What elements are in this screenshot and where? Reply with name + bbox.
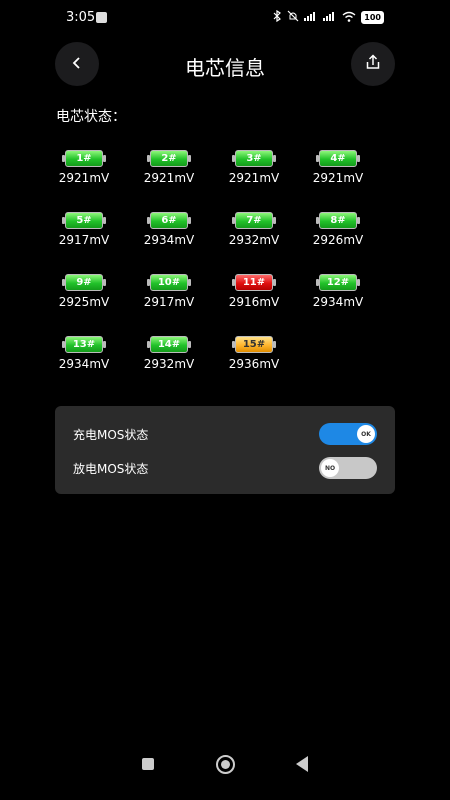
battery-cell-icon: 10#	[147, 274, 191, 291]
discharge-mos-label: 放电MOS状态	[73, 461, 149, 476]
cell-voltage: 2921mV	[58, 171, 110, 185]
charge-mos-label: 充电MOS状态	[73, 427, 149, 442]
battery-cell-icon: 4#	[316, 150, 360, 167]
battery-cell-icon: 6#	[147, 212, 191, 229]
cell-item: 13# 2934mV	[49, 336, 119, 371]
charge-mos-row: 充电MOS状态 OK	[73, 421, 377, 447]
toggle-knob: NO	[321, 459, 339, 477]
cell-item: 9# 2925mV	[49, 274, 119, 309]
cell-voltage: 2917mV	[143, 295, 195, 309]
cell-item: 7# 2932mV	[219, 212, 289, 247]
cell-voltage: 2926mV	[312, 233, 364, 247]
cell-item: 1# 2921mV	[49, 150, 119, 185]
back-nav-button[interactable]	[296, 756, 308, 772]
cell-item: 8# 2926mV	[303, 212, 373, 247]
battery-cell-icon: 1#	[62, 150, 106, 167]
signal-icon-1	[304, 11, 318, 24]
battery-cell-icon: 12#	[316, 274, 360, 291]
cell-voltage: 2934mV	[58, 357, 110, 371]
cell-voltage: 2936mV	[228, 357, 280, 371]
toggle-knob: OK	[357, 425, 375, 443]
battery-cell-icon: 14#	[147, 336, 191, 353]
battery-cell-icon: 9#	[62, 274, 106, 291]
battery-cell-icon: 2#	[147, 150, 191, 167]
cell-voltage: 2921mV	[312, 171, 364, 185]
wifi-icon	[342, 11, 356, 25]
battery-cell-icon: 13#	[62, 336, 106, 353]
cell-voltage: 2934mV	[143, 233, 195, 247]
cell-item: 3# 2921mV	[219, 150, 289, 185]
status-time: 3:05	[66, 10, 96, 25]
cell-item: 10# 2917mV	[134, 274, 204, 309]
signal-icon-2	[323, 11, 337, 24]
share-icon	[365, 54, 381, 74]
home-icon	[221, 760, 230, 769]
cell-item: 15# 2936mV	[219, 336, 289, 371]
status-bar: 3:05 100	[0, 0, 450, 36]
cell-voltage: 2921mV	[143, 171, 195, 185]
cell-item: 11# 2916mV	[219, 274, 289, 309]
recents-button[interactable]	[142, 758, 154, 770]
battery-cell-icon: 8#	[316, 212, 360, 229]
cell-voltage: 2925mV	[58, 295, 110, 309]
battery-cell-icon: 11#	[232, 274, 276, 291]
system-nav-bar	[0, 744, 450, 800]
top-bar: 电芯信息	[0, 42, 450, 88]
mos-status-card: 充电MOS状态 OK 放电MOS状态 NO	[55, 406, 395, 494]
battery-cell-icon: 5#	[62, 212, 106, 229]
cell-voltage: 2917mV	[58, 233, 110, 247]
cell-item: 6# 2934mV	[134, 212, 204, 247]
battery-cell-icon: 15#	[232, 336, 276, 353]
discharge-mos-toggle[interactable]: NO	[319, 457, 377, 479]
cell-status-label: 电芯状态：	[56, 109, 126, 125]
bluetooth-icon	[273, 9, 282, 25]
battery-icon: 100	[361, 11, 384, 24]
battery-cell-icon: 3#	[232, 150, 276, 167]
cell-voltage: 2916mV	[228, 295, 280, 309]
cell-item: 12# 2934mV	[303, 274, 373, 309]
home-button[interactable]	[216, 755, 235, 774]
cell-item: 4# 2921mV	[303, 150, 373, 185]
mute-icon	[287, 10, 299, 25]
charge-mos-toggle[interactable]: OK	[319, 423, 377, 445]
status-icons: 100	[273, 9, 384, 25]
cell-voltage: 2934mV	[312, 295, 364, 309]
cell-item: 2# 2921mV	[134, 150, 204, 185]
cell-item: 5# 2917mV	[49, 212, 119, 247]
cell-item: 14# 2932mV	[134, 336, 204, 371]
share-button[interactable]	[351, 42, 395, 86]
notification-icon	[96, 12, 107, 23]
discharge-mos-row: 放电MOS状态 NO	[73, 455, 377, 481]
cell-voltage: 2932mV	[143, 357, 195, 371]
cell-voltage: 2921mV	[228, 171, 280, 185]
cell-voltage: 2932mV	[228, 233, 280, 247]
battery-cell-icon: 7#	[232, 212, 276, 229]
